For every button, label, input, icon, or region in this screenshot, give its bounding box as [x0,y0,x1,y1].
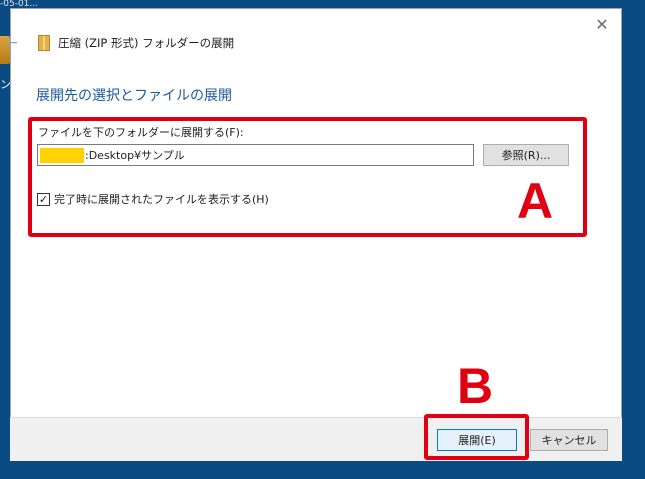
desktop-icon-label: ン [0,78,10,90]
desktop-icon-label-top: -05-01... [0,0,38,8]
back-arrow-icon[interactable]: ← [6,35,24,51]
dialog-title: 圧縮 (ZIP 形式) フォルダーの展開 [58,36,235,50]
annotation-letter-a: A [517,173,554,229]
annotation-box-a [28,117,587,237]
annotation-box-b [424,414,529,460]
cancel-button[interactable]: キャンセル [530,429,608,451]
annotation-letter-b: B [457,358,494,414]
desktop-background [0,0,10,479]
zip-folder-icon [38,35,50,51]
page-heading: 展開先の選択とファイルの展開 [36,88,232,104]
close-icon[interactable]: ✕ [591,13,613,35]
dialog-title-row: ← 圧縮 (ZIP 形式) フォルダーの展開 [6,32,234,54]
